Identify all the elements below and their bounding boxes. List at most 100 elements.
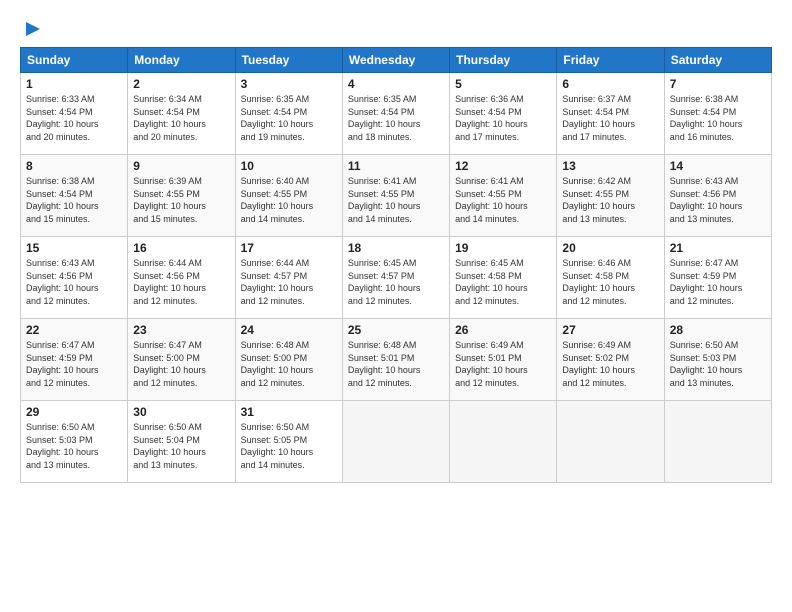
calendar-day-cell: 17Sunrise: 6:44 AMSunset: 4:57 PMDayligh…	[235, 237, 342, 319]
day-number: 4	[348, 77, 444, 91]
calendar-day-cell: 15Sunrise: 6:43 AMSunset: 4:56 PMDayligh…	[21, 237, 128, 319]
calendar-day-cell: 9 Sunrise: 6:39 AMSunset: 4:55 PMDaylight…	[128, 155, 235, 237]
day-number: 29	[26, 405, 122, 419]
day-info: Sunrise: 6:35 AMSunset: 4:54 PMDaylight:…	[348, 93, 444, 143]
calendar-day-cell: 29Sunrise: 6:50 AMSunset: 5:03 PMDayligh…	[21, 401, 128, 483]
calendar-day-cell: 25Sunrise: 6:48 AMSunset: 5:01 PMDayligh…	[342, 319, 449, 401]
calendar-day-cell: 24 Sunrise: 6:48 AMSunset: 5:00 PMDayligh…	[235, 319, 342, 401]
day-info: Sunrise: 6:41 AMSunset: 4:55 PMDaylight:…	[348, 175, 444, 225]
header	[20, 18, 772, 41]
calendar-day-cell: 6 Sunrise: 6:37 AMSunset: 4:54 PMDaylight…	[557, 73, 664, 155]
day-info: Sunrise: 6:35 AMSunset: 4:54 PMDaylight:…	[241, 93, 337, 143]
calendar-header-row: SundayMondayTuesdayWednesdayThursdayFrid…	[21, 48, 772, 73]
day-info: Sunrise: 6:43 AMSunset: 4:56 PMDaylight:…	[26, 257, 122, 307]
day-number: 13	[562, 159, 658, 173]
calendar-day-cell: 14 Sunrise: 6:43 AMSunset: 4:56 PMDayligh…	[664, 155, 771, 237]
day-info: Sunrise: 6:48 AMSunset: 5:00 PMDaylight:…	[241, 339, 337, 389]
calendar-header-friday: Friday	[557, 48, 664, 73]
day-info: Sunrise: 6:37 AMSunset: 4:54 PMDaylight:…	[562, 93, 658, 143]
calendar-header-thursday: Thursday	[450, 48, 557, 73]
calendar-day-cell: 4 Sunrise: 6:35 AMSunset: 4:54 PMDaylight…	[342, 73, 449, 155]
day-info: Sunrise: 6:40 AMSunset: 4:55 PMDaylight:…	[241, 175, 337, 225]
calendar-day-cell: 22 Sunrise: 6:47 AMSunset: 4:59 PMDayligh…	[21, 319, 128, 401]
calendar-day-cell	[664, 401, 771, 483]
day-info: Sunrise: 6:43 AMSunset: 4:56 PMDaylight:…	[670, 175, 766, 225]
calendar-week-row: 8 Sunrise: 6:38 AMSunset: 4:54 PMDaylight…	[21, 155, 772, 237]
day-info: Sunrise: 6:41 AMSunset: 4:55 PMDaylight:…	[455, 175, 551, 225]
calendar-day-cell: 21Sunrise: 6:47 AMSunset: 4:59 PMDayligh…	[664, 237, 771, 319]
day-number: 18	[348, 241, 444, 255]
day-number: 20	[562, 241, 658, 255]
day-info: Sunrise: 6:47 AMSunset: 4:59 PMDaylight:…	[26, 339, 122, 389]
calendar-week-row: 22 Sunrise: 6:47 AMSunset: 4:59 PMDayligh…	[21, 319, 772, 401]
calendar-day-cell	[450, 401, 557, 483]
calendar-day-cell: 30Sunrise: 6:50 AMSunset: 5:04 PMDayligh…	[128, 401, 235, 483]
day-number: 21	[670, 241, 766, 255]
day-number: 23	[133, 323, 229, 337]
day-info: Sunrise: 6:49 AMSunset: 5:02 PMDaylight:…	[562, 339, 658, 389]
day-number: 10	[241, 159, 337, 173]
day-number: 6	[562, 77, 658, 91]
calendar-day-cell: 27Sunrise: 6:49 AMSunset: 5:02 PMDayligh…	[557, 319, 664, 401]
calendar-day-cell: 28 Sunrise: 6:50 AMSunset: 5:03 PMDayligh…	[664, 319, 771, 401]
calendar-day-cell: 16 Sunrise: 6:44 AMSunset: 4:56 PMDayligh…	[128, 237, 235, 319]
day-number: 22	[26, 323, 122, 337]
calendar-day-cell: 2 Sunrise: 6:34 AMSunset: 4:54 PMDaylight…	[128, 73, 235, 155]
calendar-header-saturday: Saturday	[664, 48, 771, 73]
day-info: Sunrise: 6:44 AMSunset: 4:56 PMDaylight:…	[133, 257, 229, 307]
calendar-day-cell	[557, 401, 664, 483]
day-number: 25	[348, 323, 444, 337]
calendar-day-cell: 8 Sunrise: 6:38 AMSunset: 4:54 PMDaylight…	[21, 155, 128, 237]
logo-arrow-icon	[22, 18, 44, 40]
calendar-day-cell: 10 Sunrise: 6:40 AMSunset: 4:55 PMDayligh…	[235, 155, 342, 237]
calendar-week-row: 1 Sunrise: 6:33 AMSunset: 4:54 PMDaylight…	[21, 73, 772, 155]
logo	[20, 18, 44, 41]
calendar-header-monday: Monday	[128, 48, 235, 73]
day-number: 16	[133, 241, 229, 255]
day-number: 31	[241, 405, 337, 419]
calendar-day-cell: 19 Sunrise: 6:45 AMSunset: 4:58 PMDayligh…	[450, 237, 557, 319]
day-number: 2	[133, 77, 229, 91]
day-info: Sunrise: 6:50 AMSunset: 5:04 PMDaylight:…	[133, 421, 229, 471]
day-info: Sunrise: 6:47 AMSunset: 5:00 PMDaylight:…	[133, 339, 229, 389]
calendar-header-sunday: Sunday	[21, 48, 128, 73]
calendar-day-cell: 13 Sunrise: 6:42 AMSunset: 4:55 PMDayligh…	[557, 155, 664, 237]
day-number: 24	[241, 323, 337, 337]
day-number: 1	[26, 77, 122, 91]
day-number: 26	[455, 323, 551, 337]
day-info: Sunrise: 6:33 AMSunset: 4:54 PMDaylight:…	[26, 93, 122, 143]
day-info: Sunrise: 6:45 AMSunset: 4:57 PMDaylight:…	[348, 257, 444, 307]
calendar-header-wednesday: Wednesday	[342, 48, 449, 73]
day-info: Sunrise: 6:34 AMSunset: 4:54 PMDaylight:…	[133, 93, 229, 143]
day-number: 9	[133, 159, 229, 173]
day-info: Sunrise: 6:46 AMSunset: 4:58 PMDaylight:…	[562, 257, 658, 307]
calendar-day-cell: 20 Sunrise: 6:46 AMSunset: 4:58 PMDayligh…	[557, 237, 664, 319]
day-info: Sunrise: 6:38 AMSunset: 4:54 PMDaylight:…	[26, 175, 122, 225]
day-number: 8	[26, 159, 122, 173]
day-number: 7	[670, 77, 766, 91]
day-info: Sunrise: 6:45 AMSunset: 4:58 PMDaylight:…	[455, 257, 551, 307]
day-number: 12	[455, 159, 551, 173]
day-number: 11	[348, 159, 444, 173]
day-number: 19	[455, 241, 551, 255]
calendar-day-cell: 7 Sunrise: 6:38 AMSunset: 4:54 PMDaylight…	[664, 73, 771, 155]
calendar-day-cell: 18 Sunrise: 6:45 AMSunset: 4:57 PMDayligh…	[342, 237, 449, 319]
day-info: Sunrise: 6:44 AMSunset: 4:57 PMDaylight:…	[241, 257, 337, 307]
calendar-day-cell: 1 Sunrise: 6:33 AMSunset: 4:54 PMDaylight…	[21, 73, 128, 155]
calendar-day-cell: 3 Sunrise: 6:35 AMSunset: 4:54 PMDaylight…	[235, 73, 342, 155]
day-number: 3	[241, 77, 337, 91]
day-number: 28	[670, 323, 766, 337]
day-info: Sunrise: 6:39 AMSunset: 4:55 PMDaylight:…	[133, 175, 229, 225]
day-info: Sunrise: 6:49 AMSunset: 5:01 PMDaylight:…	[455, 339, 551, 389]
calendar-day-cell: 31 Sunrise: 6:50 AMSunset: 5:05 PMDayligh…	[235, 401, 342, 483]
day-info: Sunrise: 6:42 AMSunset: 4:55 PMDaylight:…	[562, 175, 658, 225]
day-info: Sunrise: 6:38 AMSunset: 4:54 PMDaylight:…	[670, 93, 766, 143]
day-info: Sunrise: 6:36 AMSunset: 4:54 PMDaylight:…	[455, 93, 551, 143]
calendar-day-cell	[342, 401, 449, 483]
day-info: Sunrise: 6:50 AMSunset: 5:05 PMDaylight:…	[241, 421, 337, 471]
calendar-day-cell: 11 Sunrise: 6:41 AMSunset: 4:55 PMDayligh…	[342, 155, 449, 237]
calendar-day-cell: 5Sunrise: 6:36 AMSunset: 4:54 PMDaylight…	[450, 73, 557, 155]
calendar-day-cell: 23 Sunrise: 6:47 AMSunset: 5:00 PMDayligh…	[128, 319, 235, 401]
day-number: 14	[670, 159, 766, 173]
day-info: Sunrise: 6:50 AMSunset: 5:03 PMDaylight:…	[670, 339, 766, 389]
